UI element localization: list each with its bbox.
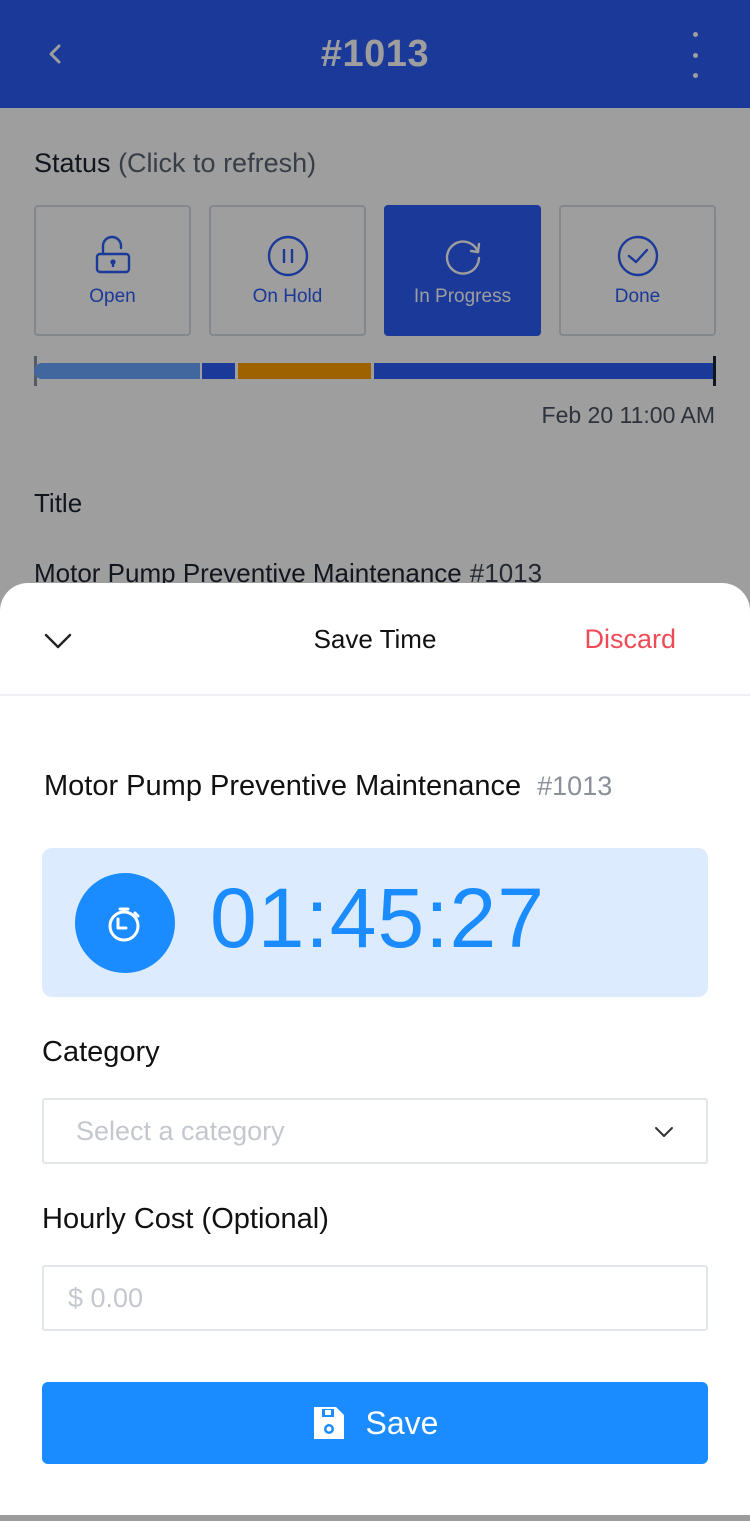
sheet-header: Save Time Discard	[0, 583, 750, 696]
discard-button[interactable]: Discard	[584, 624, 676, 655]
save-time-sheet: Save Time Discard Motor Pump Preventive …	[0, 583, 750, 1515]
hourly-cost-label: Hourly Cost (Optional)	[42, 1203, 329, 1235]
work-order-title-text: Motor Pump Preventive Maintenance	[44, 770, 522, 802]
category-placeholder: Select a category	[76, 1115, 285, 1146]
timer-button[interactable]	[75, 873, 175, 973]
timer-card: 01:45:27	[42, 848, 708, 997]
hourly-cost-placeholder: $ 0.00	[68, 1282, 144, 1313]
bottom-divider	[0, 1515, 750, 1521]
stopwatch-icon	[108, 907, 140, 942]
save-button[interactable]: Save	[42, 1382, 708, 1464]
work-order-number: #1013	[537, 771, 613, 801]
category-label: Category	[42, 1036, 160, 1068]
chevron-down-icon	[655, 1127, 673, 1137]
work-order-title: Motor Pump Preventive Maintenance #1013	[44, 770, 612, 803]
category-select[interactable]: Select a category	[42, 1098, 708, 1164]
save-button-label: Save	[365, 1404, 439, 1441]
floppy-disk-icon	[313, 1407, 344, 1439]
elapsed-time: 01:45:27	[210, 871, 545, 965]
hourly-cost-input[interactable]: $ 0.00	[42, 1265, 708, 1331]
